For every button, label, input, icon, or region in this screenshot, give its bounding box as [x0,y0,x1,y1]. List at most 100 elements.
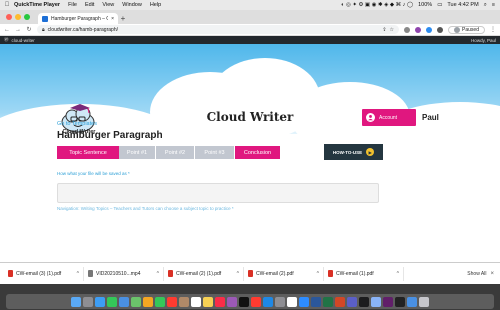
show-all-button[interactable]: Show All [467,271,490,277]
battery-icon[interactable]: ▭ [437,2,442,8]
download-item[interactable]: VID20210510...mp4 ^ [84,266,164,281]
download-item[interactable]: CW-email (3) (1).pdf ^ [4,266,84,281]
chevron-up-icon[interactable]: ^ [397,271,399,277]
dock [6,294,494,309]
chevron-up-icon[interactable]: ^ [237,271,239,277]
downloads-shelf: CW-email (3) (1).pdf ^ VID20210510...mp4… [0,262,500,284]
search-icon[interactable]: ⌕ [484,2,487,9]
how-to-use-button[interactable]: HOW-TO-USE ▶ [324,144,383,160]
powerpoint-icon[interactable] [335,296,345,307]
contacts-icon[interactable] [179,296,189,307]
apple-icon[interactable]:  [0,2,14,8]
address-bar[interactable]: 🔒︎ cloudwriter.ca/hamb-paragraph/ ⇪ ☆ [37,25,400,34]
extensions-puzzle-icon[interactable] [437,26,444,33]
tab-topic-sentence[interactable]: Topic Sentence [57,146,119,159]
safari-icon[interactable] [95,296,105,307]
reminders-icon[interactable] [191,296,201,307]
minimize-window-icon[interactable] [15,14,21,20]
tv-icon[interactable] [239,296,249,307]
forward-icon[interactable]: → [15,27,21,33]
extension-icon[interactable] [415,26,422,33]
bookmark-star-icon[interactable]: ☆ [390,27,394,33]
download-item[interactable]: CW-email (2).pdf ^ [244,266,324,281]
paused-label: Paused [462,26,479,33]
menu-file[interactable]: File [68,2,77,8]
chevron-up-icon[interactable]: ^ [157,271,159,277]
lock-icon[interactable]: 🔒︎ [42,27,45,33]
tab-point-3[interactable]: Point #3 [195,146,234,159]
news-icon[interactable] [251,296,261,307]
quicktime-icon[interactable] [359,296,369,307]
profile-paused-button[interactable]: Paused [448,25,485,34]
battery-percent: 100% [418,2,433,8]
close-tab-icon[interactable]: × [111,16,114,22]
extension-icon[interactable] [404,26,411,33]
browser-tab-active[interactable]: Hamburger Paragraph – Cloud W × [38,13,118,24]
admin-howdy[interactable]: Howdy, Paul [471,38,496,43]
play-icon: ▶ [366,148,375,156]
pdf-file-icon [8,270,13,277]
share-icon[interactable]: ⇪ [382,27,386,33]
terminal-icon[interactable] [395,296,405,307]
menu-edit[interactable]: Edit [85,2,94,8]
facetime-icon[interactable] [155,296,165,307]
back-icon[interactable]: ← [4,27,10,33]
teams-icon[interactable] [347,296,357,307]
menu-window[interactable]: Window [122,2,142,8]
topic-hint-label: Navigation: Writing Topics – Teachers an… [57,206,234,211]
browser-tabstrip: Hamburger Paragraph – Cloud W × + [0,10,500,24]
menu-app-name[interactable]: QuickTime Player [14,2,60,8]
mail-icon[interactable] [119,296,129,307]
preview-icon[interactable] [371,296,381,307]
go-to-templates-link[interactable]: Go to Templates [57,121,97,127]
slack-icon[interactable] [383,296,393,307]
close-window-icon[interactable] [6,14,12,20]
menu-kebab-icon[interactable]: ⋮ [490,26,496,33]
chrome-icon[interactable] [287,296,297,307]
file-name-input[interactable] [57,183,379,203]
account-button[interactable]: Account [362,109,416,126]
menu-view[interactable]: View [102,2,114,8]
downloads-icon[interactable] [407,296,417,307]
new-tab-button[interactable]: + [118,14,128,24]
wp-admin-bar: Ⓦ cloud-writer Howdy, Paul [0,36,500,44]
extension-icon[interactable] [426,26,433,33]
download-item[interactable]: CW-email (1).pdf ^ [324,266,404,281]
user-icon [366,113,375,122]
zoom-window-icon[interactable] [24,14,30,20]
podcasts-icon[interactable] [227,296,237,307]
zoom-icon[interactable] [299,296,309,307]
messages-icon[interactable] [107,296,117,307]
menu-help[interactable]: Help [150,2,161,8]
save-as-label: How what your file will be saved as * [57,171,130,176]
video-file-icon [88,270,93,277]
status-icons[interactable]: ◐ ◎ ✦ ⚙ ▣ ◉ ✱ ◈ ◆ ⌘ ♪ ◯ [341,2,413,8]
notes-icon[interactable] [203,296,213,307]
account-label: Account [379,114,398,121]
maps-icon[interactable] [131,296,141,307]
tab-point-1[interactable]: Point #1 [119,146,155,159]
word-icon[interactable] [311,296,321,307]
close-shelf-icon[interactable]: × [490,271,496,277]
admin-site-name[interactable]: cloud-writer [12,38,35,43]
trash-icon[interactable] [419,296,429,307]
finder-icon[interactable] [71,296,81,307]
photos-icon[interactable] [143,296,153,307]
chevron-up-icon[interactable]: ^ [77,271,79,277]
chevron-up-icon[interactable]: ^ [317,271,319,277]
wordpress-icon[interactable]: Ⓦ [4,37,9,43]
appstore-icon[interactable] [263,296,273,307]
calendar-icon[interactable] [167,296,177,307]
music-icon[interactable] [215,296,225,307]
download-item[interactable]: CW-email (2) (1).pdf ^ [164,266,244,281]
excel-icon[interactable] [323,296,333,307]
tab-conclusion[interactable]: Conclusion [235,146,280,159]
launchpad-icon[interactable] [83,296,93,307]
tab-point-2[interactable]: Point #2 [156,146,194,159]
download-filename: VID20210510...mp4 [96,270,141,277]
settings-icon[interactable] [275,296,285,307]
menubar-clock[interactable]: Tue 4:42 PM [447,2,478,8]
reload-icon[interactable]: ↻ [26,26,32,33]
download-filename: CW-email (1).pdf [336,270,374,277]
control-center-icon[interactable]: ≡ [492,2,495,8]
